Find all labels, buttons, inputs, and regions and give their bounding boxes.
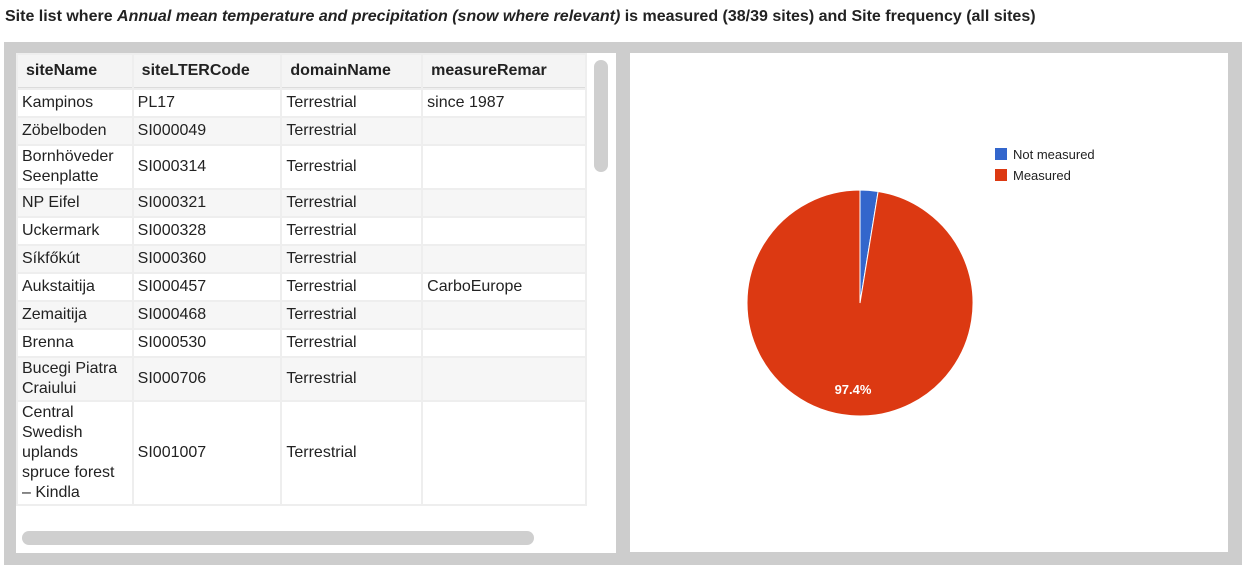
vertical-scrollbar-thumb[interactable] [594,60,608,172]
table-row[interactable]: Zemaitija SI000468 Terrestrial [18,302,585,328]
cell-domain: Terrestrial [282,402,422,504]
table-row[interactable]: Kampinos PL17 Terrestrial since 1987 [18,90,585,116]
cell-site-code: SI000321 [133,190,281,216]
title-prefix: Site list where [5,8,118,25]
pie-data-label: 97.4% [835,382,872,397]
page-title: Site list where Annual mean temperature … [5,8,1036,26]
cell-remark [423,302,585,328]
cell-domain: Terrestrial [282,358,422,400]
cell-domain: Terrestrial [282,330,422,356]
legend-label-not-measured: Not measured [1013,147,1095,162]
cell-site-code: SI000468 [133,302,281,328]
column-header-sitename[interactable]: siteName [18,55,132,88]
cell-remark [423,330,585,356]
cell-remark [423,146,585,188]
table-row[interactable]: Central Swedish uplands spruce forest – … [18,402,585,504]
legend-item-not-measured[interactable]: Not measured [995,148,1095,169]
site-table: siteName siteLTERCode domainName measure… [16,53,587,506]
cell-site-code: SI000360 [133,246,281,272]
horizontal-scrollbar[interactable] [16,525,589,553]
legend-item-measured[interactable]: Measured [995,169,1095,190]
table-row[interactable]: Uckermark SI000328 Terrestrial [18,218,585,244]
cell-remark [423,118,585,144]
table-row[interactable]: Síkfőkút SI000360 Terrestrial [18,246,585,272]
cell-domain: Terrestrial [282,302,422,328]
cell-domain: Terrestrial [282,190,422,216]
site-table-viewport: siteName siteLTERCode domainName measure… [16,53,587,523]
cell-site-name: Central Swedish uplands spruce forest – … [18,402,132,504]
legend-label-measured: Measured [1013,168,1071,183]
cell-remark [423,218,585,244]
chart-legend: Not measured Measured [995,148,1095,190]
cell-domain: Terrestrial [282,146,422,188]
cell-remark: CarboEurope [423,274,585,300]
cell-site-code: SI000314 [133,146,281,188]
table-row[interactable]: Zöbelboden SI000049 Terrestrial [18,118,585,144]
cell-remark [423,246,585,272]
table-row[interactable]: Brenna SI000530 Terrestrial [18,330,585,356]
cell-site-code: SI000706 [133,358,281,400]
cell-site-code: SI000530 [133,330,281,356]
pie-chart-panel: 97.4% Not measured Measured [630,53,1228,552]
table-row[interactable]: NP Eifel SI000321 Terrestrial [18,190,585,216]
cell-site-name: Brenna [18,330,132,356]
title-suffix: is measured (38/39 sites) and Site frequ… [620,8,1036,25]
cell-site-name: Kampinos [18,90,132,116]
cell-domain: Terrestrial [282,246,422,272]
site-table-panel: siteName siteLTERCode domainName measure… [16,53,616,553]
cell-site-name: Bucegi Piatra Craiului [18,358,132,400]
cell-site-code: PL17 [133,90,281,116]
cell-domain: Terrestrial [282,118,422,144]
column-header-measureremark[interactable]: measureRemar [423,55,585,88]
pie-chart: 97.4% [746,189,974,417]
cell-site-code: SI000457 [133,274,281,300]
cell-remark [423,402,585,504]
column-header-domainname[interactable]: domainName [282,55,422,88]
legend-swatch-measured [995,169,1007,181]
cell-site-code: SI000328 [133,218,281,244]
table-header-row: siteName siteLTERCode domainName measure… [18,55,585,88]
column-header-siteltercode[interactable]: siteLTERCode [133,55,281,88]
cell-remark: since 1987 [423,90,585,116]
cell-site-name: Zemaitija [18,302,132,328]
cell-site-code: SI000049 [133,118,281,144]
vertical-scrollbar[interactable] [589,53,616,523]
table-row[interactable]: Bornhöveder Seenplatte SI000314 Terrestr… [18,146,585,188]
cell-site-name: Aukstaitija [18,274,132,300]
table-row[interactable]: Aukstaitija SI000457 Terrestrial CarboEu… [18,274,585,300]
cell-domain: Terrestrial [282,90,422,116]
cell-site-name: NP Eifel [18,190,132,216]
cell-remark [423,190,585,216]
cell-site-name: Uckermark [18,218,132,244]
cell-site-name: Síkfőkút [18,246,132,272]
table-row[interactable]: Bucegi Piatra Craiului SI000706 Terrestr… [18,358,585,400]
cell-site-name: Bornhöveder Seenplatte [18,146,132,188]
cell-domain: Terrestrial [282,274,422,300]
cell-remark [423,358,585,400]
cell-site-code: SI001007 [133,402,281,504]
horizontal-scrollbar-thumb[interactable] [22,531,534,545]
cell-site-name: Zöbelboden [18,118,132,144]
title-measure-name: Annual mean temperature and precipitatio… [117,8,621,25]
legend-swatch-not-measured [995,148,1007,160]
cell-domain: Terrestrial [282,218,422,244]
